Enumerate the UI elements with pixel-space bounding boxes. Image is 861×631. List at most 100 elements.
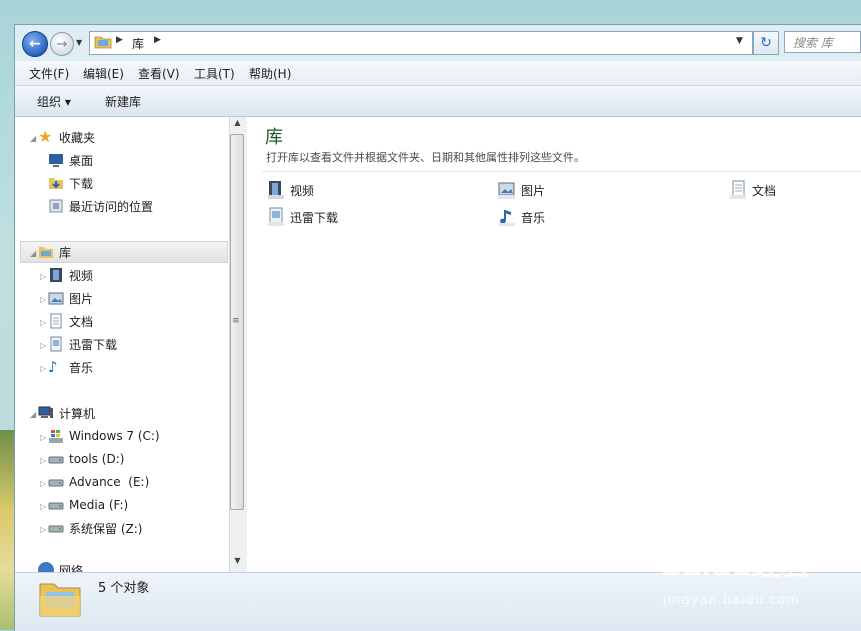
expand-arrow-icon[interactable]: ▷	[40, 502, 46, 511]
nav-item-videos[interactable]: 视频	[48, 265, 93, 285]
nav-libraries[interactable]: 库	[38, 242, 71, 262]
nav-item-music[interactable]: ♪ 音乐	[48, 357, 93, 377]
library-item-documents[interactable]: 文档	[728, 179, 776, 201]
refresh-icon: ↻	[760, 35, 772, 51]
documents-library-icon	[50, 313, 62, 329]
menu-help[interactable]: 帮助(H)	[249, 65, 291, 82]
nav-network-partial[interactable]: 网络	[38, 562, 83, 572]
forward-button[interactable]: →	[50, 32, 74, 56]
expand-arrow-icon[interactable]: ▷	[40, 272, 46, 281]
pictures-library-icon	[48, 292, 64, 305]
command-bar: 组织 ▾ 新建库	[15, 86, 861, 117]
menu-edit[interactable]: 编辑(E)	[83, 65, 124, 82]
page-subtitle: 打开库以查看文件并根据文件夹、日期和其他属性排列这些文件。	[266, 151, 585, 164]
address-bar[interactable]: ▶ 库 ▶ ▼	[89, 31, 753, 55]
nav-item-desktop[interactable]: 桌面	[48, 150, 93, 170]
expand-arrow-icon[interactable]: ▷	[40, 456, 46, 465]
nav-item-downloads[interactable]: 下载	[48, 173, 93, 193]
nav-label: 图片	[69, 291, 94, 306]
menu-file[interactable]: 文件(F)	[29, 65, 69, 82]
nav-label: 迅雷下载	[69, 337, 118, 352]
nav-label: Advance (E:)	[69, 475, 150, 489]
expand-arrow-icon[interactable]: ▷	[40, 318, 46, 327]
arrow-left-icon: ←	[29, 36, 41, 52]
menu-tools[interactable]: 工具(T)	[194, 65, 235, 82]
scroll-up-arrow-icon[interactable]: ▲	[229, 118, 246, 132]
nav-item-recent-places[interactable]: 最近访问的位置	[48, 196, 153, 216]
scroll-grip-icon: ≡	[232, 316, 240, 326]
music-library-icon	[499, 210, 515, 226]
library-folder-large-icon	[39, 583, 81, 617]
nav-label: 文档	[69, 314, 94, 329]
downloads-folder-icon	[49, 178, 63, 189]
music-note-icon: ♪	[48, 358, 58, 376]
scroll-down-arrow-icon[interactable]: ▼	[229, 556, 246, 570]
library-folder-icon	[39, 247, 53, 258]
nav-label: 计算机	[59, 406, 96, 421]
address-dropdown-icon[interactable]: ▼	[736, 36, 743, 46]
nav-label: tools (D:)	[69, 452, 125, 466]
expand-arrow-icon[interactable]: ▷	[40, 525, 46, 534]
library-label: 视频	[290, 183, 315, 198]
desktop-icon	[49, 154, 63, 167]
nav-label: 下载	[69, 176, 94, 191]
nav-favorites[interactable]: ★ 收藏夹	[38, 127, 95, 147]
library-item-thunder-downloads[interactable]: 迅雷下载	[266, 206, 338, 228]
nav-drive-z[interactable]: 系统保留 (Z:)	[48, 518, 142, 538]
nav-drive-f[interactable]: Media (F:)	[48, 495, 128, 515]
library-label: 音乐	[521, 210, 546, 225]
recent-pages-dropdown[interactable]: ▼	[76, 38, 86, 48]
library-label: 迅雷下载	[290, 210, 339, 225]
thunder-library-icon	[268, 207, 284, 226]
library-item-pictures[interactable]: 图片	[497, 179, 545, 201]
divider	[262, 171, 861, 172]
menu-bar: 文件(F) 编辑(E) 查看(V) 工具(T) 帮助(H)	[15, 61, 861, 86]
breadcrumb-chevron-icon[interactable]: ▶	[154, 35, 161, 45]
new-library-button[interactable]: 新建库	[105, 93, 141, 110]
nav-label: 系统保留 (Z:)	[69, 521, 143, 536]
expand-arrow-icon[interactable]: ▷	[40, 295, 46, 304]
nav-label: Media (F:)	[69, 498, 129, 512]
collapse-arrow-icon[interactable]: ◢	[30, 134, 36, 143]
nav-drive-e[interactable]: Advance (E:)	[48, 472, 149, 492]
collapse-arrow-icon[interactable]: ◢	[30, 249, 36, 258]
expand-arrow-icon[interactable]: ▷	[40, 364, 46, 373]
nav-label: 库	[59, 245, 72, 260]
nav-drive-c[interactable]: Windows 7 (C:)	[48, 426, 160, 446]
breadcrumb-chevron-icon[interactable]: ▶	[116, 35, 123, 45]
arrow-right-icon: →	[56, 36, 68, 52]
expand-arrow-icon[interactable]: ▷	[40, 433, 46, 442]
nav-drive-d[interactable]: tools (D:)	[48, 449, 124, 469]
hard-drive-icon	[48, 525, 64, 533]
library-item-videos[interactable]: 视频	[266, 179, 314, 201]
nav-item-documents[interactable]: 文档	[48, 311, 93, 331]
recent-places-icon	[49, 199, 63, 213]
nav-label: 视频	[69, 268, 94, 283]
nav-item-pictures[interactable]: 图片	[48, 288, 93, 308]
breadcrumb-library[interactable]: 库	[132, 35, 144, 52]
collapse-arrow-icon[interactable]: ◢	[30, 410, 36, 419]
hard-drive-icon	[48, 456, 64, 464]
status-count: 5 个对象	[98, 581, 150, 596]
menu-view[interactable]: 查看(V)	[138, 65, 180, 82]
nav-item-thunder-downloads[interactable]: 迅雷下载	[48, 334, 117, 354]
documents-library-icon	[730, 180, 746, 199]
thunder-library-icon	[50, 336, 62, 352]
organize-button[interactable]: 组织 ▾	[37, 93, 71, 110]
nav-label: 收藏夹	[59, 130, 96, 145]
computer-icon	[38, 406, 53, 418]
windows-drive-icon	[49, 430, 63, 443]
nav-label: 最近访问的位置	[69, 199, 154, 214]
refresh-button[interactable]: ↻	[753, 31, 779, 55]
expand-arrow-icon[interactable]: ▷	[40, 341, 46, 350]
back-button[interactable]: ←	[22, 31, 48, 57]
expand-arrow-icon[interactable]: ▷	[40, 479, 46, 488]
video-library-icon	[50, 268, 62, 282]
hard-drive-icon	[48, 479, 64, 487]
star-icon: ★	[38, 127, 53, 146]
library-item-music[interactable]: 音乐	[497, 206, 545, 228]
watermark-url: jingyan.baidu.com	[663, 593, 800, 608]
nav-label: Windows 7 (C:)	[69, 429, 160, 443]
nav-computer[interactable]: 计算机	[38, 403, 95, 423]
search-input[interactable]: 搜索 库	[784, 31, 861, 53]
